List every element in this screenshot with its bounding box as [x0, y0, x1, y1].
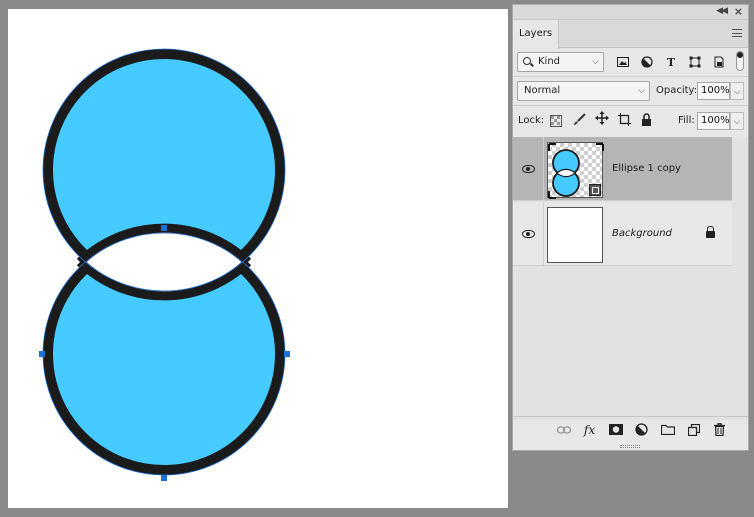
lock-all-icon[interactable]: [641, 111, 652, 130]
fx-icon[interactable]: fx: [580, 420, 600, 440]
shape-filter-icon[interactable]: [683, 52, 707, 72]
layer-thumbnail: [547, 207, 603, 263]
opacity-input[interactable]: 100%: [697, 82, 730, 100]
adjustment-layer-icon[interactable]: [632, 420, 652, 440]
layers-panel: ◀◀ × Layers Kind ⌵ T Normal ⌵ Opacity: 1…: [512, 4, 749, 451]
layer-name[interactable]: Background: [612, 228, 672, 239]
smart-object-filter-icon[interactable]: [707, 52, 731, 72]
layers-bottom-toolbar: fx: [513, 416, 748, 442]
lock-transparent-pixels-icon[interactable]: [550, 112, 562, 131]
lock-row: Lock: Fill: 100% ⌵: [513, 106, 748, 134]
image-filter-icon[interactable]: [611, 52, 635, 72]
opacity-label: Opacity:: [656, 85, 698, 96]
link-layers-icon[interactable]: [554, 420, 574, 440]
fill-label: Fill:: [678, 115, 695, 126]
tab-layers[interactable]: Layers: [513, 20, 559, 49]
lock-artboard-icon[interactable]: [618, 111, 631, 130]
anchor-point-left[interactable]: [39, 351, 45, 357]
kind-filter-label: Kind: [538, 56, 561, 67]
eye-icon[interactable]: [522, 165, 535, 173]
panel-tab-row: Layers: [513, 20, 748, 49]
opacity-dropdown-button[interactable]: ⌵: [730, 82, 744, 100]
blend-mode-value: Normal: [524, 85, 561, 96]
filter-icons: T: [611, 52, 731, 72]
search-icon: [523, 57, 531, 65]
lock-icon[interactable]: [706, 226, 715, 238]
document-canvas[interactable]: [8, 9, 508, 508]
type-filter-icon[interactable]: T: [659, 52, 683, 72]
chevron-down-icon: ⌵: [638, 86, 645, 96]
panel-resize-grip[interactable]: [620, 445, 640, 448]
fill-dropdown-button[interactable]: ⌵: [730, 112, 744, 130]
blend-mode-select[interactable]: Normal ⌵: [517, 81, 650, 101]
filter-row: Kind ⌵ T: [513, 48, 748, 76]
kind-filter-select[interactable]: Kind ⌵: [517, 52, 604, 72]
layer-row-background[interactable]: Background: [513, 202, 732, 266]
visibility-column: [513, 202, 544, 266]
chevron-down-icon: ⌵: [592, 57, 599, 67]
layer-thumbnail: [547, 142, 604, 199]
new-layer-icon[interactable]: [684, 420, 704, 440]
layer-row-ellipse-copy[interactable]: Ellipse 1 copy: [513, 137, 732, 201]
visibility-column: [513, 137, 544, 201]
panel-title-bar[interactable]: ◀◀ ×: [513, 5, 748, 20]
eye-icon[interactable]: [522, 230, 535, 238]
anchor-point-bottom[interactable]: [161, 475, 167, 481]
panel-menu-icon[interactable]: [732, 29, 742, 37]
fill-input[interactable]: 100%: [697, 112, 730, 130]
adjustment-filter-icon[interactable]: [635, 52, 659, 72]
group-folder-icon[interactable]: [658, 420, 678, 440]
layer-name[interactable]: Ellipse 1 copy: [612, 163, 681, 174]
layer-mask-icon[interactable]: [606, 420, 626, 440]
vector-mask-badge-icon: [589, 184, 601, 196]
close-icon[interactable]: ×: [734, 5, 743, 18]
collapse-panel-icon[interactable]: ◀◀: [716, 6, 728, 16]
anchor-point-right[interactable]: [284, 351, 290, 357]
lock-label: Lock:: [518, 115, 545, 126]
layers-list: Ellipse 1 copy Background: [513, 137, 748, 420]
delete-layer-icon[interactable]: [710, 420, 730, 440]
lock-position-icon[interactable]: [595, 110, 609, 129]
blend-row: Normal ⌵ Opacity: 100% ⌵: [513, 77, 748, 105]
anchor-point-top[interactable]: [161, 225, 167, 231]
canvas-artwork: [39, 48, 290, 481]
filter-toggle-switch[interactable]: [736, 51, 744, 71]
lock-image-pixels-icon[interactable]: [573, 111, 586, 130]
